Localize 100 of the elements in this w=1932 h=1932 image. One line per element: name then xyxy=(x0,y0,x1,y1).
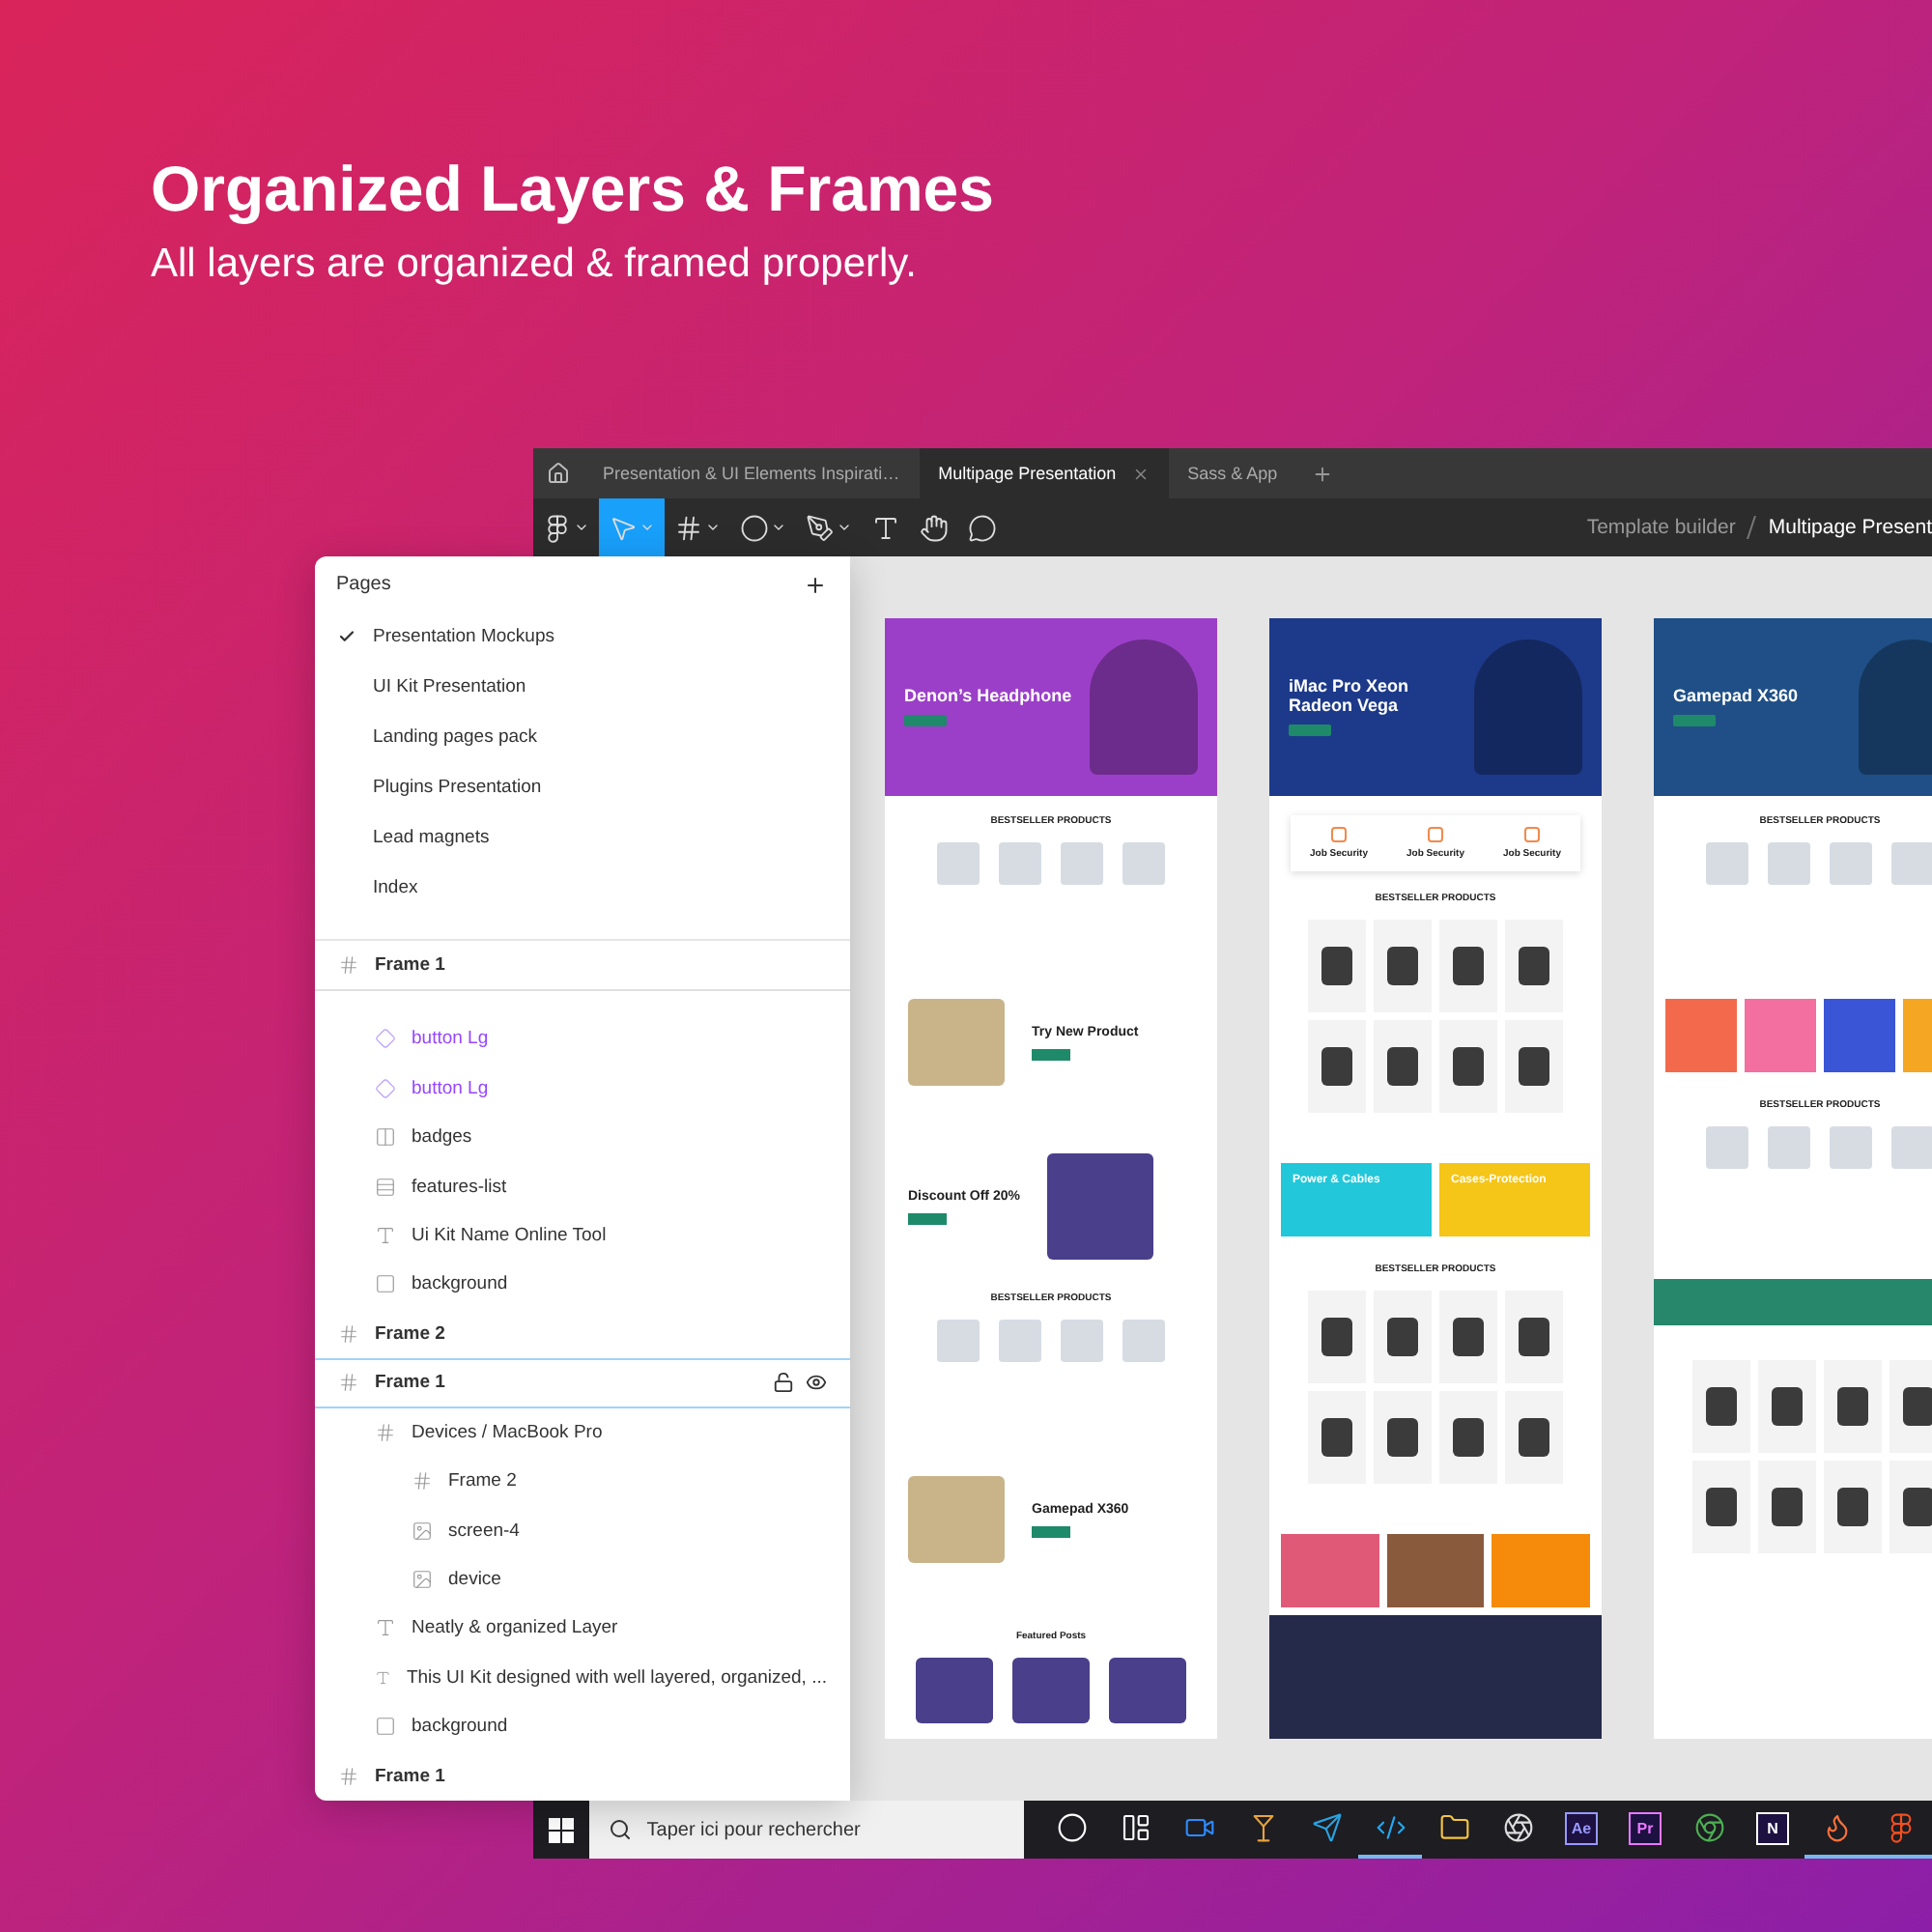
page-item[interactable]: Plugins Presentation xyxy=(315,762,850,813)
product-image xyxy=(1706,1488,1737,1526)
text-icon xyxy=(375,1666,391,1689)
product-image xyxy=(1046,1153,1153,1260)
file-tab[interactable]: Multipage Presentation xyxy=(919,448,1169,498)
product-image xyxy=(937,1320,980,1362)
product-image xyxy=(1321,1418,1352,1457)
rectangle-icon xyxy=(375,1273,396,1295)
caret-icon xyxy=(639,520,655,535)
shop-button xyxy=(1032,1525,1070,1537)
taskbar-app[interactable]: Ae xyxy=(1549,1801,1613,1859)
product-image xyxy=(1837,1488,1868,1526)
rows-icon xyxy=(375,1176,396,1198)
taskbar-app[interactable]: N xyxy=(1741,1801,1804,1859)
pen-icon xyxy=(806,513,835,542)
aperture-icon[interactable] xyxy=(1502,1812,1533,1843)
layer-name: This UI Kit designed with well layered, organized, ... xyxy=(406,1666,827,1689)
comment-icon xyxy=(968,513,997,542)
main-menu-icon xyxy=(543,513,572,542)
layer-row[interactable]: This UI Kit designed with well layered, organized, ... xyxy=(315,1653,850,1703)
frame-icon xyxy=(338,953,359,976)
frame-icon xyxy=(338,1765,359,1787)
app-icon[interactable]: Ae xyxy=(1565,1811,1598,1844)
eye-icon[interactable] xyxy=(806,1372,827,1394)
file-tab[interactable]: Sass & App xyxy=(1168,448,1297,498)
start-icon[interactable] xyxy=(548,1817,574,1842)
breadcrumb-item[interactable]: Template builder xyxy=(1586,516,1736,539)
layer-row[interactable]: button Lg xyxy=(315,1064,850,1113)
circle-icon[interactable] xyxy=(1056,1812,1087,1843)
product-image xyxy=(908,999,1005,1086)
page-item[interactable]: Index xyxy=(315,863,850,914)
app-icon[interactable]: Pr xyxy=(1629,1811,1662,1844)
layer-row[interactable]: background xyxy=(315,1702,850,1751)
product-image xyxy=(1519,1047,1549,1086)
frame-icon xyxy=(338,1372,359,1394)
product-image xyxy=(937,842,980,885)
page-item[interactable]: Presentation Mockups xyxy=(315,611,850,663)
layer-row[interactable]: Devices / MacBook Pro xyxy=(315,1407,850,1457)
product-image xyxy=(1387,1418,1418,1457)
add-tab-icon[interactable] xyxy=(1312,463,1334,484)
layer-name: Neatly & organized Layer xyxy=(412,1617,618,1639)
layer-row[interactable]: screen-4 xyxy=(315,1505,850,1555)
product-image xyxy=(1903,1488,1932,1526)
search-field[interactable]: Taper ici pour rechercher xyxy=(588,1801,1024,1859)
close-icon[interactable] xyxy=(1131,465,1150,482)
breadcrumb-item[interactable]: Multipage Present xyxy=(1768,516,1932,539)
taskbar-app[interactable]: Pr xyxy=(1613,1801,1677,1859)
paper-plane-icon[interactable] xyxy=(1311,1812,1342,1843)
caret-icon xyxy=(705,520,721,535)
shop-button xyxy=(1032,1048,1070,1060)
layer-name: button Lg xyxy=(412,1077,489,1099)
layer-name: background xyxy=(412,1273,508,1295)
photo-placeholder xyxy=(1474,639,1582,775)
layer-row[interactable]: badges xyxy=(315,1112,850,1162)
layer-row[interactable]: Frame 1 xyxy=(315,940,850,992)
headline: Organized Layers & Frames xyxy=(151,155,997,225)
columns-icon xyxy=(375,1126,396,1149)
folder-icon[interactable] xyxy=(1438,1812,1469,1843)
product-image xyxy=(1453,1047,1484,1086)
layer-name: screen-4 xyxy=(448,1520,520,1542)
page-item[interactable]: Landing pages pack xyxy=(315,712,850,763)
layer-row[interactable]: features-list xyxy=(315,1161,850,1211)
unlock-icon[interactable] xyxy=(773,1372,794,1394)
code-icon[interactable] xyxy=(1375,1812,1406,1843)
product-image xyxy=(1519,1318,1549,1356)
layer-row[interactable]: Ui Kit Name Online Tool xyxy=(315,1210,850,1261)
layer-name: Frame 2 xyxy=(448,1470,517,1492)
product-image xyxy=(1706,842,1748,885)
pages-title: Pages xyxy=(336,574,391,596)
product-image xyxy=(1830,1126,1872,1169)
product-image xyxy=(999,842,1041,885)
frame-icon xyxy=(338,1322,359,1345)
browser-icon[interactable] xyxy=(1693,1812,1724,1843)
product-image xyxy=(1903,1387,1932,1426)
layer-name: features-list xyxy=(412,1176,507,1198)
page-item[interactable]: UI Kit Presentation xyxy=(315,662,850,713)
page-item[interactable]: Lead magnets xyxy=(315,812,850,864)
product-image xyxy=(1122,1320,1165,1362)
image-icon xyxy=(412,1569,433,1590)
add-page-icon[interactable] xyxy=(804,573,827,597)
layer-row[interactable]: Frame 2 xyxy=(315,1309,850,1359)
layer-row[interactable]: Frame 2 xyxy=(315,1456,850,1506)
product-image xyxy=(1830,842,1872,885)
layer-row[interactable]: Neatly & organized Layer xyxy=(315,1604,850,1654)
app-icon[interactable]: N xyxy=(1756,1811,1789,1844)
product-image xyxy=(1061,842,1103,885)
pointer-icon xyxy=(609,513,638,542)
feature-icon xyxy=(1427,827,1443,842)
file-tab[interactable]: Presentation & UI Elements Inspirati… xyxy=(583,448,920,498)
layer-row[interactable]: background xyxy=(315,1260,850,1310)
frame-icon xyxy=(674,513,703,542)
layer-row[interactable]: Frame 1 xyxy=(315,1750,850,1801)
home-icon[interactable] xyxy=(547,462,570,485)
task-view-icon[interactable] xyxy=(1120,1812,1151,1843)
product-image xyxy=(1453,1318,1484,1356)
product-image xyxy=(1891,1126,1932,1169)
layer-row[interactable]: device xyxy=(315,1554,850,1605)
layer-row[interactable]: Frame 1 xyxy=(315,1358,850,1408)
layer-row[interactable]: button Lg xyxy=(315,1014,850,1065)
product-image xyxy=(1453,1418,1484,1457)
